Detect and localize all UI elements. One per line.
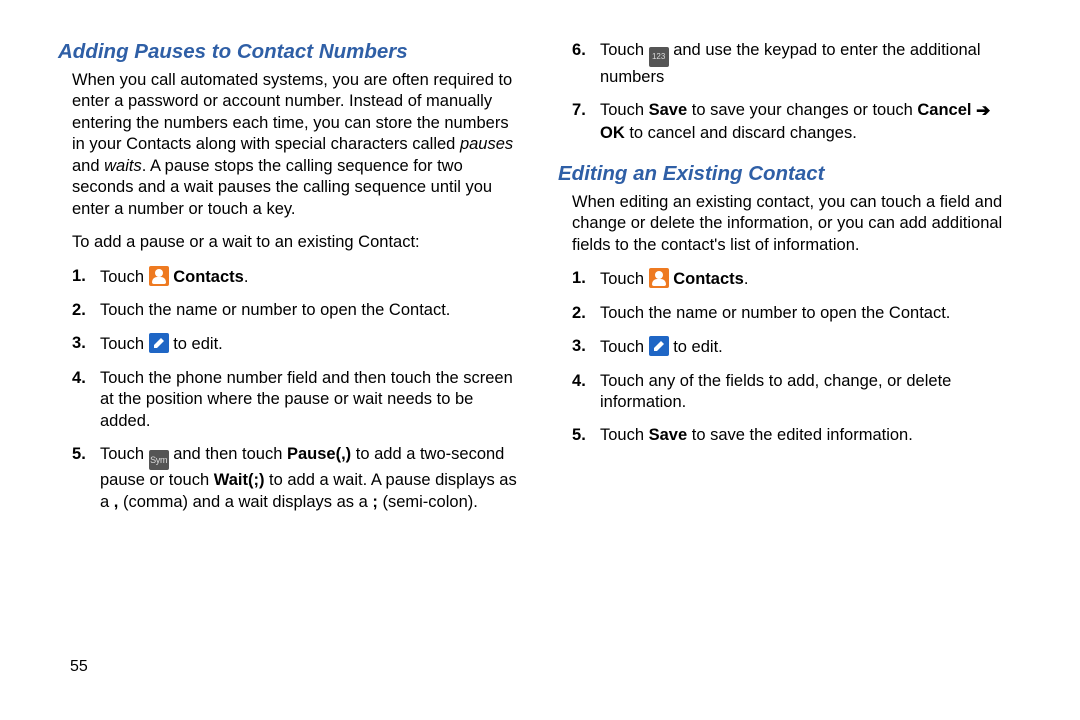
heading-adding-pauses: Adding Pauses to Contact Numbers: [58, 40, 518, 64]
step7-b: to save your changes or touch: [687, 101, 917, 119]
es5-save: Save: [649, 426, 688, 444]
es1-touch: Touch: [600, 270, 649, 288]
es1-contacts-label: Contacts: [669, 270, 744, 288]
es1-period: .: [744, 270, 749, 288]
step-1: Touch Contacts.: [72, 266, 518, 288]
step7-a: Touch: [600, 101, 649, 119]
step-5: Touch Sym and then touch Pause(,) to add…: [72, 444, 518, 513]
right-column: Touch 123 and use the keypad to enter th…: [538, 40, 1030, 720]
step6-a: Touch: [600, 41, 649, 59]
heading-editing-contact: Editing an Existing Contact: [558, 162, 1018, 186]
edit-step-4: Touch any of the fields to add, change, …: [572, 371, 1018, 414]
edit-step-3: Touch to edit.: [572, 336, 1018, 358]
sym-key-icon: Sym: [149, 450, 169, 470]
intro-pauses-word: pauses: [460, 135, 513, 153]
step5-b: and then touch: [169, 445, 287, 463]
step7-d: to cancel and discard changes.: [625, 124, 857, 142]
editing-intro: When editing an existing contact, you ca…: [558, 192, 1018, 256]
step-7: Touch Save to save your changes or touch…: [572, 100, 1018, 144]
step1-touch: Touch: [100, 268, 149, 286]
arrow-icon: ➔: [976, 100, 990, 122]
step5-f: (semi-colon).: [378, 493, 478, 511]
es3-a: Touch: [600, 338, 649, 356]
es5-b: to save the edited information.: [687, 426, 913, 444]
step5-a: Touch: [100, 445, 149, 463]
step5-e: (comma) and a wait displays as a: [118, 493, 372, 511]
ok-label: OK: [600, 124, 625, 142]
step1-contacts-label: Contacts: [169, 268, 244, 286]
steps-list-left: Touch Contacts. Touch the name or number…: [58, 266, 518, 514]
edit-icon: [149, 333, 169, 353]
step-3: Touch to edit.: [72, 333, 518, 355]
edit-step-1: Touch Contacts.: [572, 268, 1018, 290]
intro-paragraph: When you call automated systems, you are…: [58, 70, 518, 220]
step3-a: Touch: [100, 335, 149, 353]
cancel-label: Cancel: [917, 101, 971, 119]
intro-waits-word: waits: [104, 157, 142, 175]
step3-b: to edit.: [169, 335, 223, 353]
page-number: 55: [70, 658, 88, 676]
contacts-icon: [649, 268, 669, 288]
intro-text-b: and: [72, 157, 104, 175]
contacts-icon: [149, 266, 169, 286]
step-6: Touch 123 and use the keypad to enter th…: [572, 40, 1018, 88]
editing-steps-list: Touch Contacts. Touch the name or number…: [558, 268, 1018, 447]
manual-page: Adding Pauses to Contact Numbers When yo…: [0, 0, 1080, 720]
edit-step-5: Touch Save to save the edited informatio…: [572, 425, 1018, 446]
edit-step-2: Touch the name or number to open the Con…: [572, 303, 1018, 324]
step-2: Touch the name or number to open the Con…: [72, 300, 518, 321]
intro-text-a: When you call automated systems, you are…: [72, 71, 512, 153]
pause-label: Pause(,): [287, 445, 351, 463]
step1-period: .: [244, 268, 249, 286]
steps-list-right-cont: Touch 123 and use the keypad to enter th…: [558, 40, 1018, 144]
numeric-key-icon: 123: [649, 47, 669, 67]
left-column: Adding Pauses to Contact Numbers When yo…: [46, 40, 538, 720]
step-4: Touch the phone number field and then to…: [72, 368, 518, 432]
to-add-line: To add a pause or a wait to an existing …: [58, 232, 518, 253]
es5-a: Touch: [600, 426, 649, 444]
es3-b: to edit.: [669, 338, 723, 356]
wait-label: Wait(;): [214, 471, 265, 489]
edit-icon: [649, 336, 669, 356]
save-label: Save: [649, 101, 688, 119]
